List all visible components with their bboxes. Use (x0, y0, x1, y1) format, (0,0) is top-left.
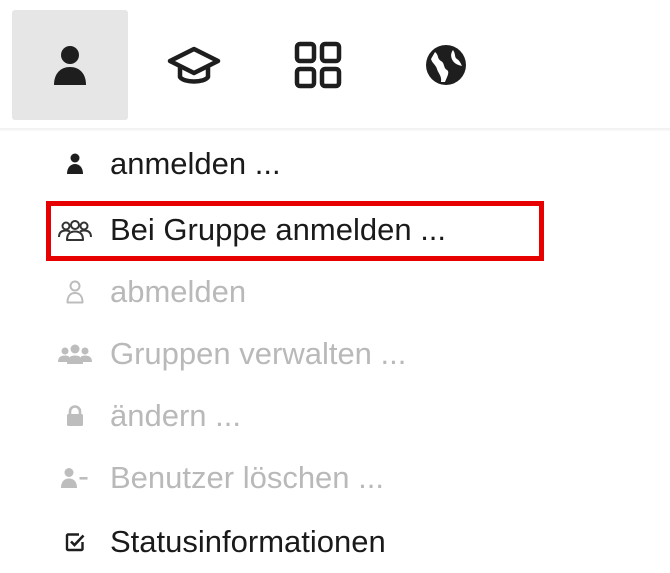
group-filled-icon (50, 334, 100, 374)
menu-item-label: Gruppen verwalten ... (110, 336, 407, 371)
apps-grid-icon (294, 41, 342, 89)
lock-icon (50, 396, 100, 436)
toolbar-divider (0, 128, 670, 131)
highlight-box (46, 201, 544, 261)
user-menu-button[interactable] (12, 10, 128, 120)
menu-item-label: Statusinformationen (110, 524, 386, 559)
menu-item-label: ändern ... (110, 398, 241, 433)
menu-item-logout[interactable]: abmelden (46, 261, 546, 323)
menu-item-status-info[interactable]: Statusinformationen (46, 511, 546, 573)
user-outline-icon (50, 272, 100, 312)
globe-button[interactable] (388, 10, 504, 120)
user-icon (54, 46, 86, 85)
globe-icon (426, 45, 466, 85)
menu-item-manage-groups[interactable]: Gruppen verwalten ... (46, 323, 546, 385)
menu-item-change[interactable]: ändern ... (46, 385, 546, 447)
checkbox-icon (50, 522, 100, 562)
apps-button[interactable] (260, 10, 376, 120)
menu-item-label: Benutzer löschen ... (110, 460, 384, 495)
menu-item-label: abmelden (110, 274, 247, 309)
user-minus-icon (50, 458, 100, 498)
education-button[interactable] (136, 10, 252, 120)
menu-item-label: anmelden ... (110, 146, 281, 181)
graduation-cap-icon (167, 46, 221, 84)
menu-item-delete-user[interactable]: Benutzer löschen ... (46, 447, 546, 509)
toolbar (0, 0, 670, 128)
menu-item-login[interactable]: anmelden ... (46, 133, 546, 195)
user-icon (50, 144, 100, 184)
